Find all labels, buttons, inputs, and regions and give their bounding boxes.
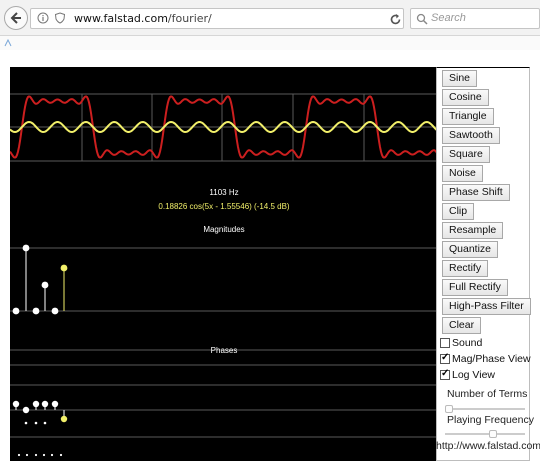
checkbox-box[interactable] <box>440 352 450 364</box>
phase-minor-dot <box>17 453 21 457</box>
search-box[interactable]: Search <box>410 8 540 29</box>
phase-minor-dot <box>25 453 29 457</box>
button-sawtooth[interactable]: Sawtooth <box>442 127 500 144</box>
button-clear[interactable]: Clear <box>442 317 482 334</box>
browser-window: www.falstad.com/fourier/ Search 1103 Hz 0… <box>0 0 540 461</box>
magnitudes-label: Magnitudes <box>203 225 244 234</box>
control-panel: Sine Cosine Triangle Sawtooth Square Noise Pha… <box>436 67 534 461</box>
frequency-label: 1103 Hz <box>209 188 238 197</box>
checkbox-label: Sound <box>452 337 483 349</box>
search-placeholder: Search <box>431 12 466 24</box>
reload-button[interactable] <box>385 9 405 29</box>
phase-dot <box>32 400 40 408</box>
phase-dot <box>51 400 59 408</box>
sound-checkbox[interactable]: Sound <box>440 336 482 350</box>
phase-dot <box>60 415 68 423</box>
reload-icon <box>390 13 400 24</box>
checkbox-box[interactable] <box>440 338 450 348</box>
log-view-checkbox[interactable]: Log View <box>440 368 495 382</box>
search-icon <box>416 13 428 25</box>
fourier-canvas[interactable]: 1103 Hz 0.18826 cos(5x - 1.55546) (-14.5 … <box>9 67 439 461</box>
back-button[interactable] <box>4 6 28 30</box>
slider-knob[interactable] <box>445 405 453 413</box>
phase-dot <box>22 406 30 414</box>
phase-dot <box>41 400 49 408</box>
bookmarks-bar <box>0 36 540 50</box>
button-clip[interactable]: Clip <box>442 203 475 220</box>
magnitude-dot <box>41 281 49 289</box>
button-phase-shift[interactable]: Phase Shift <box>442 184 510 201</box>
phase-minor-dot <box>59 453 63 457</box>
button-square[interactable]: Square <box>442 146 490 163</box>
url-text[interactable]: www.falstad.com/fourier/ <box>74 12 212 25</box>
magnitude-dot <box>51 307 59 315</box>
phase-dot <box>12 400 20 408</box>
info-icon[interactable] <box>37 12 49 24</box>
button-full-rectify[interactable]: Full Rectify <box>442 279 508 296</box>
magnitude-dot <box>32 307 40 315</box>
url-path: /fourier/ <box>167 12 212 25</box>
phase-minor-dot <box>50 453 54 457</box>
checkbox-label: Mag/Phase View <box>452 353 531 365</box>
bookmark-icon[interactable] <box>4 39 12 47</box>
playing-frequency-label: Playing Frequency <box>447 414 534 426</box>
phase-minor-dot <box>34 453 38 457</box>
button-triangle[interactable]: Triangle <box>442 108 494 125</box>
button-noise[interactable]: Noise <box>442 165 483 182</box>
checkbox-label: Log View <box>452 369 496 381</box>
button-resample[interactable]: Resample <box>442 222 504 239</box>
button-rectify[interactable]: Rectify <box>442 260 489 277</box>
playing-frequency-slider[interactable] <box>445 430 525 438</box>
browser-toolbar: www.falstad.com/fourier/ Search <box>0 0 540 36</box>
phases-label: Phases <box>211 346 238 355</box>
button-high-pass-filter[interactable]: High-Pass Filter <box>442 298 531 315</box>
mag-phase-view-checkbox[interactable]: Mag/Phase View <box>440 352 531 366</box>
url-host: www.falstad.com <box>74 12 168 25</box>
phase-minor-dot <box>34 421 38 425</box>
button-quantize[interactable]: Quantize <box>442 241 499 258</box>
checkbox-box[interactable] <box>440 368 450 380</box>
slider-knob[interactable] <box>489 430 497 438</box>
phase-minor-dot <box>24 421 28 425</box>
arrow-left-icon <box>10 12 21 24</box>
magnitude-dot <box>22 244 30 252</box>
fourier-plot[interactable]: 1103 Hz 0.18826 cos(5x - 1.55546) (-14.5 … <box>9 67 439 461</box>
footer-url: http://www.falstad.com <box>436 440 540 452</box>
number-of-terms-slider[interactable] <box>445 405 525 413</box>
button-cosine[interactable]: Cosine <box>442 89 489 106</box>
phase-minor-dot <box>42 453 46 457</box>
number-of-terms-label: Number of Terms <box>447 388 528 400</box>
address-bar[interactable]: www.falstad.com/fourier/ <box>30 8 404 29</box>
phase-minor-dot <box>43 421 47 425</box>
button-sine[interactable]: Sine <box>442 70 478 87</box>
magnitude-dot <box>12 307 20 315</box>
shield-icon[interactable] <box>54 12 66 24</box>
term-formula-label: 0.18826 cos(5x - 1.55546) (-14.5 dB) <box>158 202 290 211</box>
